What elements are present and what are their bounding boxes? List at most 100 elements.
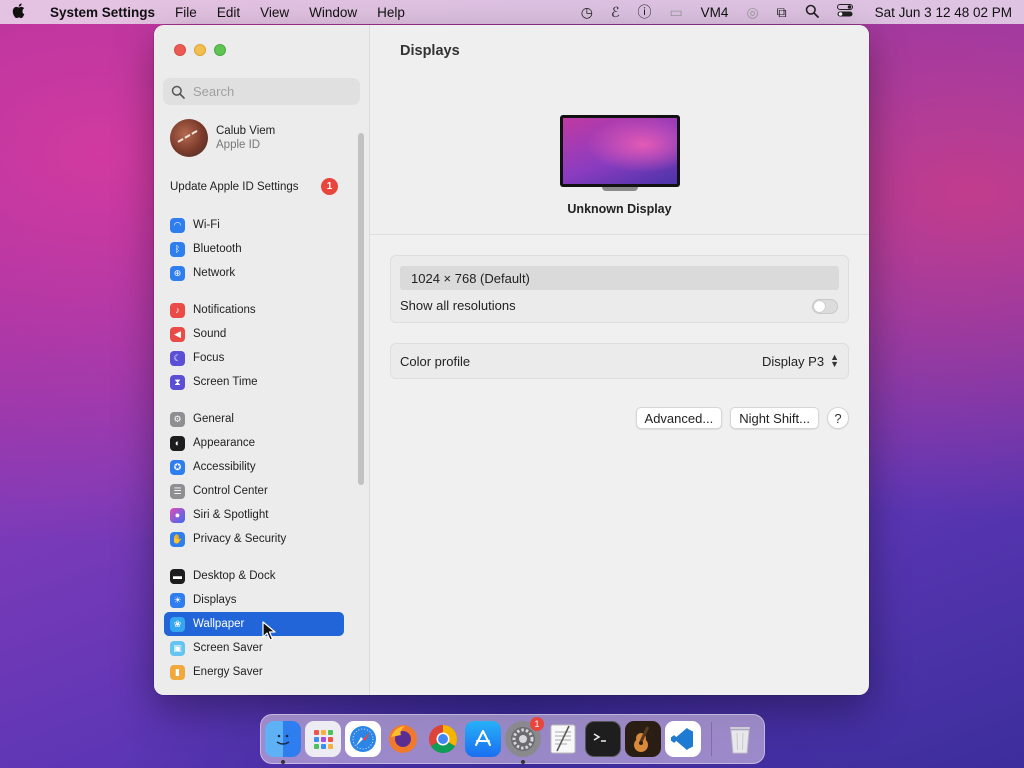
time-machine-icon[interactable]: ◷ (581, 4, 593, 21)
sidebar-item-wallpaper[interactable]: ❀ Wallpaper (164, 612, 344, 636)
system-settings-window: Calub Viem Apple ID Update Apple ID Sett… (154, 25, 869, 695)
siri-icon: ● (170, 507, 185, 523)
sidebar-item-label: Focus (193, 352, 225, 364)
firefox-icon[interactable] (385, 721, 421, 757)
terminal-icon[interactable] (585, 721, 621, 757)
gear-icon: ⚙ (170, 411, 185, 427)
sidebar-item-wifi[interactable]: ◠ Wi-Fi (164, 213, 344, 237)
advanced-button[interactable]: Advanced... (635, 407, 723, 429)
spotlight-search-icon[interactable] (805, 4, 819, 21)
sidebar-item-label: General (193, 413, 234, 425)
sidebar-item-privacy-security[interactable]: ✋ Privacy & Security (164, 527, 344, 551)
color-profile-label: Color profile (400, 353, 471, 369)
safari-icon[interactable] (345, 721, 381, 757)
minimize-window-button[interactable] (194, 44, 206, 56)
notification-badge: 1 (321, 178, 338, 195)
sidebar-item-energy-saver[interactable]: ▮ Energy Saver (164, 660, 344, 684)
sidebar-item-control-center[interactable]: ☰ Control Center (164, 479, 344, 503)
dock-notification-badge: 1 (530, 717, 544, 731)
control-center-icon[interactable] (836, 4, 853, 20)
accessibility-status-icon[interactable]: ⓘ (637, 2, 651, 22)
speaker-icon: ◀ (170, 326, 185, 342)
color-profile-card: Color profile Display P3 ▲ ▼ (390, 343, 849, 379)
garageband-icon[interactable] (625, 721, 661, 757)
update-apple-id-item[interactable]: Update Apple ID Settings 1 (170, 178, 338, 195)
sidebar-item-label: Appearance (193, 437, 256, 449)
launchpad-icon[interactable] (305, 721, 341, 757)
bluetooth-icon: ᛒ (170, 241, 185, 257)
sidebar: Calub Viem Apple ID Update Apple ID Sett… (154, 25, 370, 695)
display-preview-area: Displays Unknown Display (370, 25, 869, 235)
finder-icon[interactable] (265, 721, 301, 764)
menu-app-name[interactable]: System Settings (42, 5, 165, 20)
app-store-icon[interactable] (465, 721, 501, 757)
menu-view[interactable]: View (250, 5, 299, 20)
menu-file[interactable]: File (165, 5, 207, 20)
zoom-window-button[interactable] (214, 44, 226, 56)
airdrop-icon[interactable]: ◎ (746, 4, 758, 21)
vscode-icon[interactable] (665, 721, 701, 757)
sidebar-item-accessibility[interactable]: ✪ Accessibility (164, 455, 344, 479)
sidebar-item-label: Bluetooth (193, 243, 242, 255)
sidebar-item-network[interactable]: ⊕ Network (164, 261, 344, 285)
monitor-icon[interactable] (560, 115, 680, 187)
sidebar-item-label: Control Center (193, 485, 268, 497)
show-all-resolutions-toggle[interactable] (812, 299, 838, 314)
chrome-icon[interactable] (425, 721, 461, 757)
moon-icon: ☾ (170, 350, 185, 366)
menu-edit[interactable]: Edit (207, 5, 250, 20)
sidebar-group-general: ⚙ General ◐ Appearance ✪ Accessibility ☰… (164, 407, 344, 551)
globe-icon: ⊕ (170, 265, 185, 281)
sidebar-item-siri-spotlight[interactable]: ● Siri & Spotlight (164, 503, 344, 527)
hourglass-icon: ⧗ (170, 374, 185, 390)
wallpaper-icon: ❀ (170, 616, 185, 632)
help-button[interactable]: ? (827, 407, 849, 429)
trash-icon[interactable] (722, 721, 758, 757)
sidebar-item-label: Displays (193, 594, 237, 606)
menu-help[interactable]: Help (367, 5, 415, 20)
close-window-button[interactable] (174, 44, 186, 56)
sidebar-item-label: Screen Time (193, 376, 258, 388)
sidebar-group-notifications: ♪ Notifications ◀ Sound ☾ Focus ⧗ Screen… (164, 298, 344, 394)
dock-icon: ▬ (170, 568, 185, 584)
resolution-option-selected[interactable]: 1024 × 768 (Default) (400, 266, 839, 290)
show-all-resolutions-label: Show all resolutions (400, 298, 516, 313)
sidebar-scrollbar[interactable] (358, 133, 364, 485)
search-input[interactable] (193, 84, 353, 99)
color-profile-select[interactable]: Display P3 ▲ ▼ (762, 353, 839, 369)
sidebar-item-notifications[interactable]: ♪ Notifications (164, 298, 344, 322)
system-settings-icon[interactable]: 1 (505, 717, 544, 764)
accessibility-icon: ✪ (170, 459, 185, 475)
sidebar-item-general[interactable]: ⚙ General (164, 407, 344, 431)
sidebar-item-desktop-dock[interactable]: ▬ Desktop & Dock (164, 564, 344, 588)
sidebar-item-bluetooth[interactable]: ᛒ Bluetooth (164, 237, 344, 261)
apple-menu-icon[interactable] (12, 2, 42, 22)
resolution-card: 1024 × 768 (Default) Show all resolution… (390, 255, 849, 323)
menu-bar: System Settings File Edit View Window He… (0, 0, 1024, 24)
sidebar-item-sound[interactable]: ◀ Sound (164, 322, 344, 346)
textedit-icon[interactable] (545, 721, 581, 757)
display-name: Unknown Display (567, 202, 672, 216)
sidebar-item-displays[interactable]: ☀ Displays (164, 588, 344, 612)
screen-mirroring-icon[interactable]: ⧉ (777, 4, 787, 21)
sidebar-item-label: Network (193, 267, 236, 279)
toggles-icon: ☰ (170, 483, 185, 499)
profile-name: Calub Viem (216, 125, 276, 137)
menu-clock[interactable]: Sat Jun 3 12 48 02 PM (875, 5, 1012, 20)
night-shift-button[interactable]: Night Shift... (730, 407, 819, 429)
screensaver-icon: ▣ (170, 640, 185, 656)
apple-id-profile[interactable]: Calub Viem Apple ID (170, 119, 275, 157)
sidebar-item-screen-saver[interactable]: ▣ Screen Saver (164, 636, 344, 660)
search-field[interactable] (163, 78, 360, 105)
status-text[interactable]: VM4 (701, 5, 729, 20)
sidebar-item-focus[interactable]: ☾ Focus (164, 346, 344, 370)
stage-manager-icon[interactable]: ▭ (669, 4, 682, 21)
appearance-icon: ◐ (170, 435, 185, 451)
monitor-screen (563, 118, 677, 184)
menu-window[interactable]: Window (299, 5, 367, 20)
sidebar-item-label: Accessibility (193, 461, 256, 473)
dock-separator (711, 722, 712, 756)
hearing-icon[interactable]: ℰ (611, 4, 619, 21)
sidebar-item-appearance[interactable]: ◐ Appearance (164, 431, 344, 455)
sidebar-item-screen-time[interactable]: ⧗ Screen Time (164, 370, 344, 394)
